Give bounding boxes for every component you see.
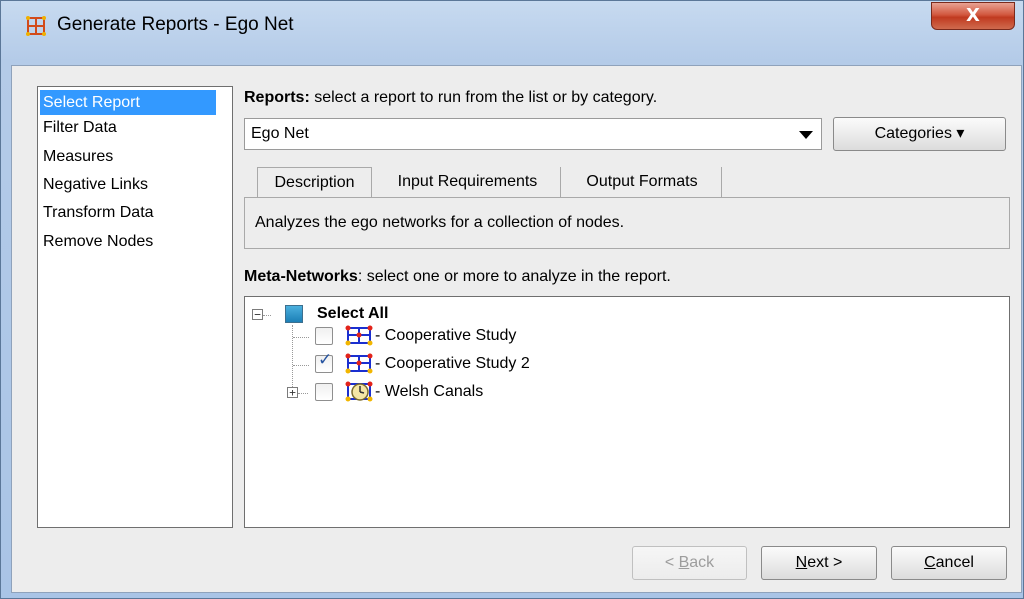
tab-output-formats[interactable]: Output Formats: [563, 167, 722, 197]
cancel-mnemonic: C: [924, 554, 936, 571]
title-bar[interactable]: Generate Reports - Ego Net X: [1, 1, 1023, 49]
description-panel: Analyzes the ego networks for a collecti…: [244, 197, 1010, 249]
back-button[interactable]: < Back: [632, 546, 747, 580]
meta-network-icon: [345, 353, 373, 374]
next-rest: ext >: [807, 554, 843, 571]
clock-network-icon: [345, 381, 373, 402]
cancel-rest: ancel: [935, 554, 974, 571]
back-mnemonic: B: [678, 554, 690, 571]
dialog-content: Select Report Filter Data Measures Negat…: [11, 65, 1022, 593]
step-negative-links[interactable]: Negative Links: [40, 172, 216, 197]
dropdown-arrow-icon: [799, 131, 813, 139]
step-select-report[interactable]: Select Report: [40, 90, 216, 115]
reports-label-bold: Reports:: [244, 89, 310, 106]
step-measures[interactable]: Measures: [40, 144, 216, 169]
report-select-value: Ego Net: [251, 125, 309, 142]
step-filter-data[interactable]: Filter Data: [40, 115, 216, 140]
report-select[interactable]: Ego Net: [244, 118, 822, 150]
expand-icon[interactable]: +: [287, 387, 298, 398]
cooperative-study-checkbox[interactable]: [315, 327, 333, 345]
meta-network-tree: − Select All - Cooperative Study ✓ - Coo…: [244, 296, 1010, 528]
window-title: Generate Reports - Ego Net: [57, 14, 294, 35]
tab-input-requirements[interactable]: Input Requirements: [375, 167, 561, 197]
step-remove-nodes[interactable]: Remove Nodes: [40, 229, 216, 254]
cancel-button[interactable]: Cancel: [891, 546, 1007, 580]
meta-network-icon: [345, 325, 373, 346]
ora-app-icon: [26, 16, 46, 36]
reports-label-text: select a report to run from the list or …: [309, 89, 658, 106]
meta-networks-label-bold: Meta-Networks: [244, 268, 358, 285]
wizard-step-list: Select Report Filter Data Measures Negat…: [37, 86, 233, 528]
step-transform-data[interactable]: Transform Data: [40, 200, 216, 225]
select-all-checkbox[interactable]: [285, 305, 303, 323]
back-prefix: <: [664, 554, 679, 571]
next-button[interactable]: Next >: [761, 546, 877, 580]
meta-networks-label: Meta-Networks: select one or more to ana…: [244, 268, 671, 286]
welsh-canals-checkbox[interactable]: [315, 383, 333, 401]
collapse-icon[interactable]: −: [252, 309, 263, 320]
report-description: Analyzes the ego networks for a collecti…: [255, 214, 625, 231]
dialog-window: Generate Reports - Ego Net X Select Repo…: [0, 0, 1024, 599]
tree-connector: [293, 365, 309, 366]
reports-label: Reports: select a report to run from the…: [244, 89, 657, 107]
categories-button[interactable]: Categories ▾: [833, 117, 1006, 151]
tree-connector: [292, 325, 293, 391]
welsh-canals-label: - Welsh Canals: [375, 383, 484, 400]
meta-networks-label-text: : select one or more to analyze in the r…: [357, 268, 671, 285]
back-rest: ack: [689, 554, 715, 571]
tree-connector: [293, 337, 309, 338]
close-button[interactable]: X: [931, 2, 1015, 30]
cooperative-study-2-label: - Cooperative Study 2: [375, 355, 530, 372]
next-mnemonic: N: [795, 554, 808, 571]
tree-connector: [298, 393, 308, 394]
cooperative-study-label: - Cooperative Study: [375, 327, 517, 344]
tab-description[interactable]: Description: [257, 167, 372, 197]
cooperative-study-2-checkbox[interactable]: [315, 350, 333, 373]
tree-connector: [263, 315, 271, 316]
